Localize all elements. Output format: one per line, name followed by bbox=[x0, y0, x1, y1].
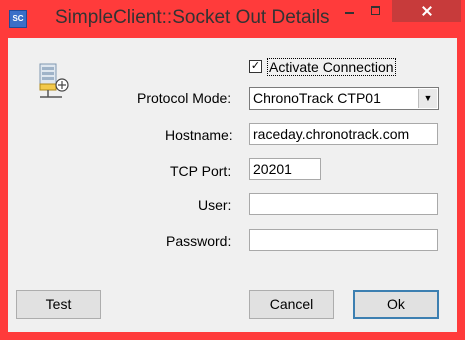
user-label: User: bbox=[198, 197, 232, 213]
protocol-mode-label: Protocol Mode: bbox=[137, 90, 232, 106]
user-field[interactable] bbox=[249, 193, 438, 215]
chevron-down-icon[interactable]: ▼ bbox=[418, 89, 437, 108]
password-label: Password: bbox=[166, 233, 232, 249]
tcp-port-field[interactable]: 20201 bbox=[249, 158, 321, 180]
dialog-body: ✓ Activate Connection Protocol Mode: Chr… bbox=[8, 38, 457, 332]
dialog-window: SC SimpleClient::Socket Out Details ✓ Ac… bbox=[0, 0, 465, 340]
network-server-icon bbox=[39, 63, 69, 98]
ok-button[interactable]: Ok bbox=[353, 290, 439, 319]
cancel-button[interactable]: Cancel bbox=[249, 290, 334, 319]
window-title: SimpleClient::Socket Out Details bbox=[55, 7, 330, 28]
title-bar[interactable]: SC SimpleClient::Socket Out Details bbox=[0, 0, 465, 38]
close-button[interactable] bbox=[392, 0, 461, 22]
hostname-label: Hostname: bbox=[165, 127, 233, 143]
protocol-mode-value: ChronoTrack CTP01 bbox=[253, 90, 381, 106]
activate-connection-checkbox[interactable]: ✓ bbox=[249, 60, 262, 73]
minimize-button[interactable] bbox=[336, 0, 363, 21]
password-field[interactable] bbox=[249, 229, 438, 251]
tcp-port-label: TCP Port: bbox=[170, 163, 232, 179]
test-button[interactable]: Test bbox=[16, 290, 101, 319]
app-icon: SC bbox=[9, 10, 27, 28]
maximize-button[interactable] bbox=[363, 0, 389, 21]
activate-connection-label[interactable]: Activate Connection bbox=[267, 58, 396, 76]
hostname-field[interactable]: raceday.chronotrack.com bbox=[249, 123, 438, 145]
protocol-mode-select[interactable]: ChronoTrack CTP01 ▼ bbox=[249, 87, 439, 110]
